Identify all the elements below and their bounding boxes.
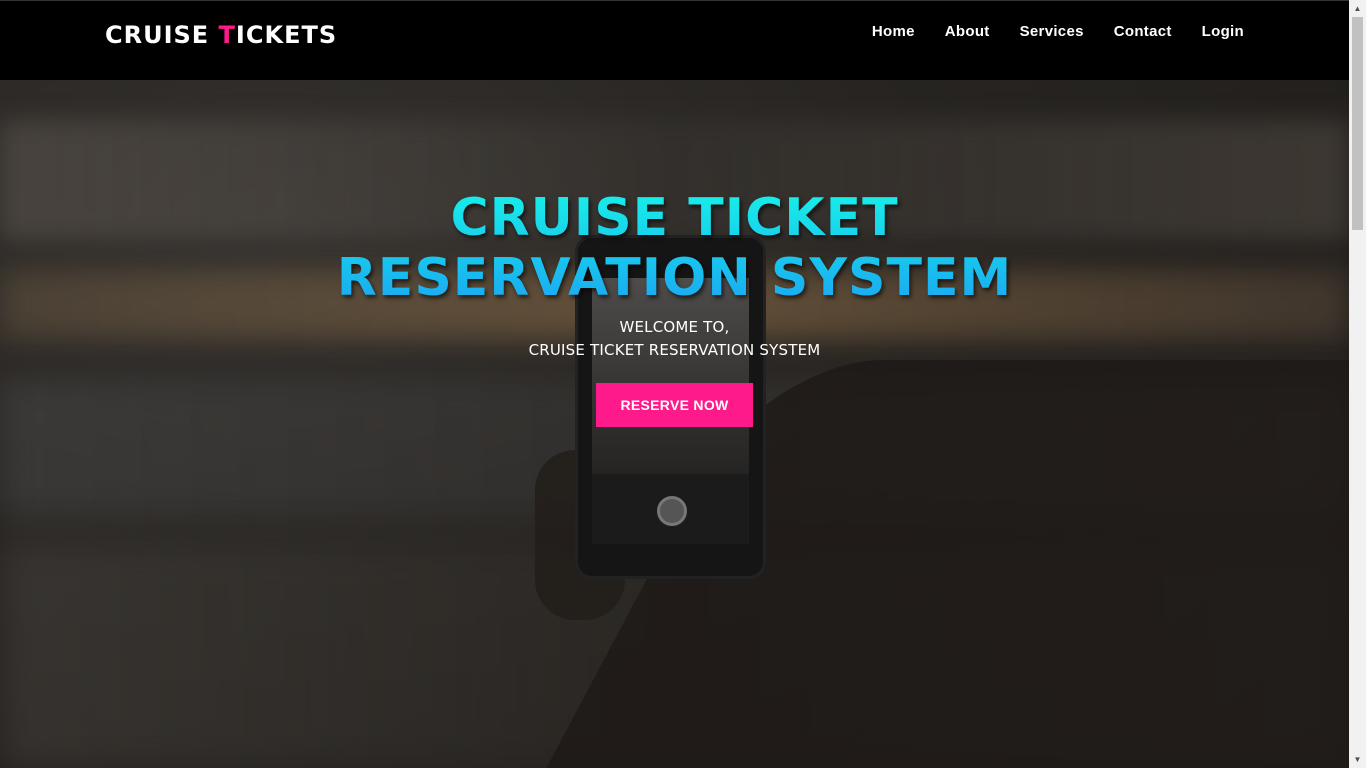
phone-shutter-icon (657, 496, 687, 526)
vertical-scrollbar[interactable]: ▲ ▼ (1349, 0, 1366, 768)
main-nav: Home About Services Contact Login (872, 23, 1244, 40)
hero-title-line2: RESERVATION SYSTEM (336, 248, 1013, 308)
hero-title-line1: CRUISE TICKET (450, 188, 899, 248)
triangle-down-icon[interactable]: ▼ (1349, 751, 1366, 768)
nav-item-contact[interactable]: Contact (1114, 23, 1172, 40)
brand-text-pre: CRUISE (105, 21, 219, 49)
hero-section: CRUISE TICKET RESERVATION SYSTEM WELCOME… (0, 80, 1349, 768)
brand-logo[interactable]: CRUISE TICKETS (105, 21, 337, 49)
hero-subtitle: WELCOME TO, CRUISE TICKET RESERVATION SY… (0, 316, 1349, 362)
nav-item-services[interactable]: Services (1020, 23, 1084, 40)
nav-item-about[interactable]: About (945, 23, 990, 40)
hero-content: CRUISE TICKET RESERVATION SYSTEM WELCOME… (0, 188, 1349, 427)
brand-text-post: ICKETS (235, 21, 338, 49)
navbar: CRUISE TICKETS Home About Services Conta… (0, 0, 1349, 80)
nav-item-home[interactable]: Home (872, 23, 915, 40)
brand-text-accent: T (218, 21, 236, 49)
hero-title: CRUISE TICKET RESERVATION SYSTEM (0, 188, 1349, 308)
scrollbar-thumb[interactable] (1352, 17, 1363, 230)
reserve-now-button[interactable]: RESERVE NOW (596, 383, 753, 427)
page: CRUISE TICKETS Home About Services Conta… (0, 0, 1366, 768)
nav-item-login[interactable]: Login (1202, 23, 1244, 40)
hero-subtitle-line1: WELCOME TO, (619, 318, 730, 336)
triangle-up-icon[interactable]: ▲ (1349, 0, 1366, 17)
hero-subtitle-line2: CRUISE TICKET RESERVATION SYSTEM (528, 341, 821, 359)
